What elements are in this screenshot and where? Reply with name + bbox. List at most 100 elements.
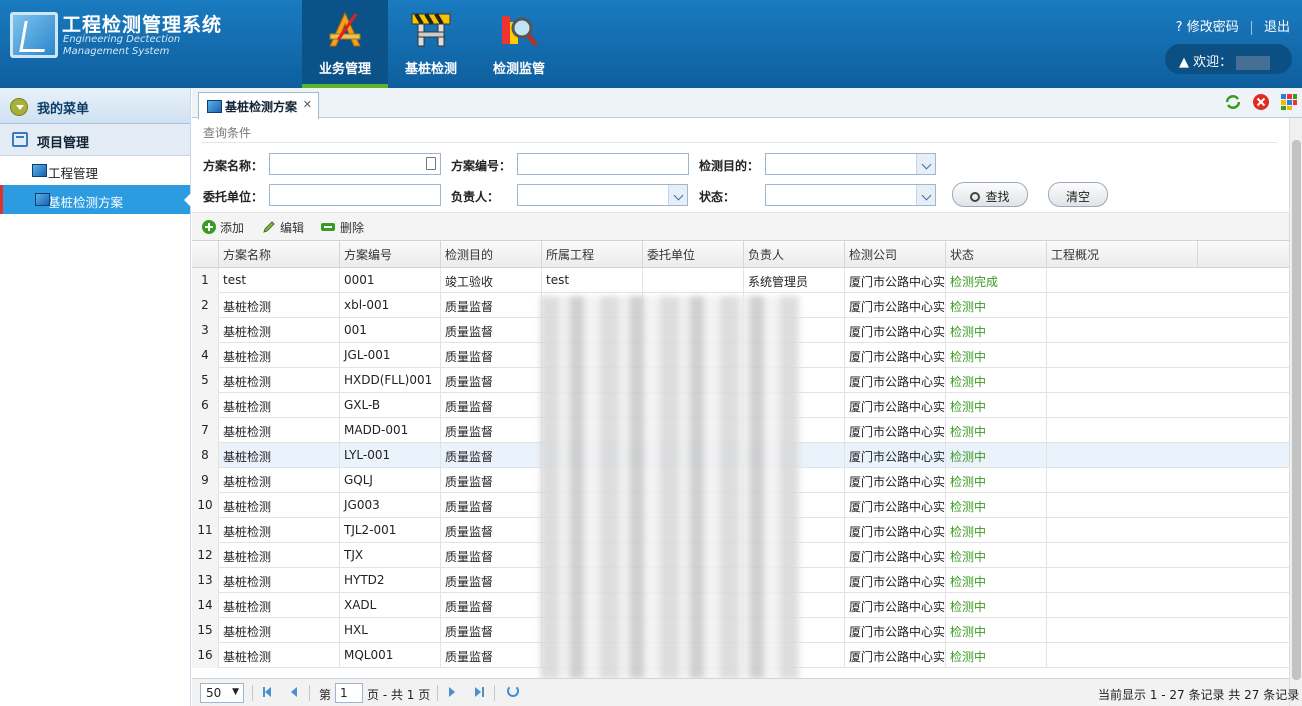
grid-layout-icon[interactable] <box>1280 93 1298 111</box>
logout-link[interactable]: 退出 <box>1264 20 1290 35</box>
sidebar-item-project-management[interactable]: 工程管理 <box>0 156 190 185</box>
table-cell: 检测中 <box>945 618 1046 643</box>
table-cell: 检测中 <box>945 468 1046 493</box>
row-number: 15 <box>192 618 218 643</box>
table-cell: LYL-001 <box>339 443 440 468</box>
table-cell <box>1046 318 1197 343</box>
table-cell: 基桩检测 <box>218 568 339 593</box>
row-number-header <box>192 241 218 268</box>
refresh-icon[interactable] <box>1224 93 1242 111</box>
next-page-icon[interactable] <box>446 685 458 699</box>
table-row[interactable]: 1 test 0001 竣工验收 test 系统管理员 厦门市公路中心实 检测完成 <box>192 268 1289 293</box>
search-button[interactable]: 查找 <box>952 182 1028 207</box>
row-number: 11 <box>192 518 218 543</box>
plan-no-input[interactable] <box>517 153 689 175</box>
prev-page-icon[interactable] <box>288 685 300 699</box>
sidebar-item-label: 工程管理 <box>48 166 99 181</box>
divider <box>252 685 253 701</box>
plan-name-input[interactable] <box>269 153 441 175</box>
nav-business-management[interactable]: 业务管理 <box>302 0 388 88</box>
table-cell: 厦门市公路中心实 <box>844 418 945 443</box>
table-cell <box>642 268 743 293</box>
table-cell: 质量监督 <box>440 643 541 668</box>
table-cell: 质量监督 <box>440 393 541 418</box>
table-cell <box>1046 443 1197 468</box>
edit-button[interactable]: 编辑 <box>262 219 304 236</box>
close-all-icon[interactable] <box>1252 93 1270 111</box>
row-number: 2 <box>192 293 218 318</box>
client-input[interactable] <box>269 184 441 206</box>
lookup-icon[interactable] <box>426 157 436 170</box>
column-header[interactable]: 委托单位 <box>642 241 743 268</box>
sidebar: 我的菜单 项目管理 工程管理 基桩检测方案 <box>0 88 191 706</box>
app-header: 工程检测管理系统 Engineering Dectection Manageme… <box>0 0 1302 88</box>
table-cell: 检测完成 <box>945 268 1046 293</box>
table-cell: HXL <box>339 618 440 643</box>
column-header[interactable]: 工程概况 <box>1046 241 1197 268</box>
table-cell: 基桩检测 <box>218 418 339 443</box>
close-icon[interactable]: ✕ <box>303 98 312 111</box>
edit-label: 编辑 <box>280 221 305 235</box>
table-cell <box>1046 618 1197 643</box>
owner-select[interactable] <box>517 184 688 206</box>
nav-detection-supervision[interactable]: 检测监管 <box>476 0 562 88</box>
row-number: 1 <box>192 268 218 293</box>
status-select[interactable] <box>765 184 936 206</box>
divider <box>494 685 495 701</box>
menu-group-label: 项目管理 <box>37 136 90 151</box>
purpose-select[interactable] <box>765 153 936 175</box>
table-cell: JG003 <box>339 493 440 518</box>
menu-header[interactable]: 我的菜单 <box>0 88 190 124</box>
tab-pile-plan[interactable]: 基桩检测方案 ✕ <box>198 92 319 119</box>
delete-button[interactable]: 删除 <box>320 219 364 236</box>
sidebar-item-label: 基桩检测方案 <box>48 195 124 210</box>
table-cell: 基桩检测 <box>218 543 339 568</box>
scrollbar-thumb[interactable] <box>1292 140 1301 680</box>
sidebar-item-pile-plan[interactable]: 基桩检测方案 <box>0 185 191 214</box>
purpose-label: 检测目的： <box>699 159 760 173</box>
column-header[interactable]: 状态 <box>945 241 1046 268</box>
nav-supervision-label: 检测监管 <box>492 62 545 77</box>
minus-icon <box>321 223 335 231</box>
column-header[interactable]: 负责人 <box>743 241 844 268</box>
column-header[interactable]: 方案名称 <box>218 241 339 268</box>
change-password-link[interactable]: 修改密码 <box>1187 20 1239 35</box>
page-size-select[interactable]: 50 ▼ <box>200 683 244 703</box>
table-cell: HXDD(FLL)001 <box>339 368 440 393</box>
table-cell <box>1046 568 1197 593</box>
nav-pile-detection[interactable]: 基桩检测 <box>388 0 474 88</box>
first-page-icon[interactable] <box>262 685 274 699</box>
column-header[interactable]: 检测目的 <box>440 241 541 268</box>
row-number: 10 <box>192 493 218 518</box>
table-cell <box>1046 468 1197 493</box>
tab-label: 基桩检测方案 <box>225 100 298 114</box>
table-cell <box>1046 493 1197 518</box>
column-header-filler <box>1197 241 1289 268</box>
table-cell: GQLJ <box>339 468 440 493</box>
refresh-icon[interactable] <box>507 685 519 697</box>
column-header[interactable]: 检测公司 <box>844 241 945 268</box>
add-button[interactable]: 添加 <box>202 219 244 236</box>
table-cell: 基桩检测 <box>218 593 339 618</box>
column-header[interactable]: 所属工程 <box>541 241 642 268</box>
column-header[interactable]: 方案编号 <box>339 241 440 268</box>
last-page-icon[interactable] <box>472 685 484 699</box>
vertical-scrollbar[interactable] <box>1289 118 1302 706</box>
table-cell: 基桩检测 <box>218 518 339 543</box>
clear-button-label: 清空 <box>1065 190 1090 204</box>
owner-label: 负责人： <box>451 190 500 204</box>
row-number: 12 <box>192 543 218 568</box>
search-button-label: 查找 <box>985 190 1010 204</box>
table-cell <box>1046 268 1197 293</box>
table-cell: 厦门市公路中心实 <box>844 368 945 393</box>
menu-group-project[interactable]: 项目管理 <box>0 124 190 156</box>
clear-button[interactable]: 清空 <box>1048 182 1108 207</box>
collapse-icon[interactable] <box>10 98 28 116</box>
page-number-input[interactable]: 1 <box>335 683 363 703</box>
table-cell: 基桩检测 <box>218 318 339 343</box>
help-icon: ? <box>1175 20 1183 35</box>
nav-business-label: 业务管理 <box>318 62 371 77</box>
table-cell: 检测中 <box>945 543 1046 568</box>
table-cell: JGL-001 <box>339 343 440 368</box>
barrier-icon <box>411 12 451 47</box>
